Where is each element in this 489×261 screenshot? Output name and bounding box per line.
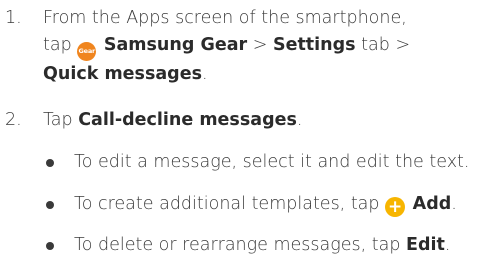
- separator-arrow-1: >: [252, 35, 268, 55]
- samsung-gear-app-icon: Gear: [77, 42, 97, 61]
- quick-messages-label: Quick messages: [43, 64, 202, 84]
- bullet-add-template-text: To create additional templates, tap + Ad…: [74, 191, 457, 218]
- bullet-dot: [46, 201, 54, 209]
- bullet-add-prefix: To create additional templates, tap: [74, 194, 380, 214]
- add-label: Add: [412, 194, 452, 214]
- edit-label: Edit: [406, 235, 445, 255]
- step-1-line-2: tap Gear Samsung Gear > Settings tab >: [43, 32, 483, 61]
- step-1-number: 1.: [5, 8, 22, 28]
- step-1-period: .: [202, 64, 208, 84]
- tab-word: tab: [361, 35, 390, 55]
- step-2-text: Tap Call-decline messages.: [43, 107, 483, 134]
- call-decline-messages-label: Call-decline messages: [78, 110, 297, 130]
- step-1-text: From the Apps screen of the smartphone, …: [43, 5, 483, 88]
- step-2-line: Tap Call-decline messages.: [43, 107, 483, 134]
- bullet-add-period: .: [451, 194, 457, 214]
- bullet-edit-message-text: To edit a message, select it and edit th…: [74, 152, 470, 172]
- bullet-delete-prefix: To delete or rearrange messages, tap: [74, 235, 401, 255]
- bullet-delete-period: .: [444, 235, 451, 255]
- tap-word: Tap: [43, 110, 73, 130]
- bullet-dot: [46, 159, 54, 167]
- step-2-period: .: [296, 110, 303, 130]
- step-1-line-1: From the Apps screen of the smartphone,: [43, 8, 407, 28]
- bullet-delete-rearrange-text: To delete or rearrange messages, tap Edi…: [74, 232, 450, 259]
- samsung-gear-label: Samsung Gear: [103, 35, 248, 55]
- step-2-number: 2.: [5, 110, 22, 130]
- tap-word: tap: [43, 35, 72, 55]
- bullet-add-template: To create additional templates, tap + Ad…: [0, 191, 489, 218]
- settings-tab-label: Settings: [272, 35, 356, 55]
- bullet-delete-rearrange: To delete or rearrange messages, tap Edi…: [0, 232, 489, 259]
- bullet-edit-message: To edit a message, select it and edit th…: [0, 149, 489, 176]
- separator-arrow-2: >: [395, 35, 411, 55]
- bullet-dot: [46, 242, 54, 250]
- add-plus-icon: +: [385, 197, 406, 217]
- step-1-line-3: Quick messages.: [43, 61, 483, 88]
